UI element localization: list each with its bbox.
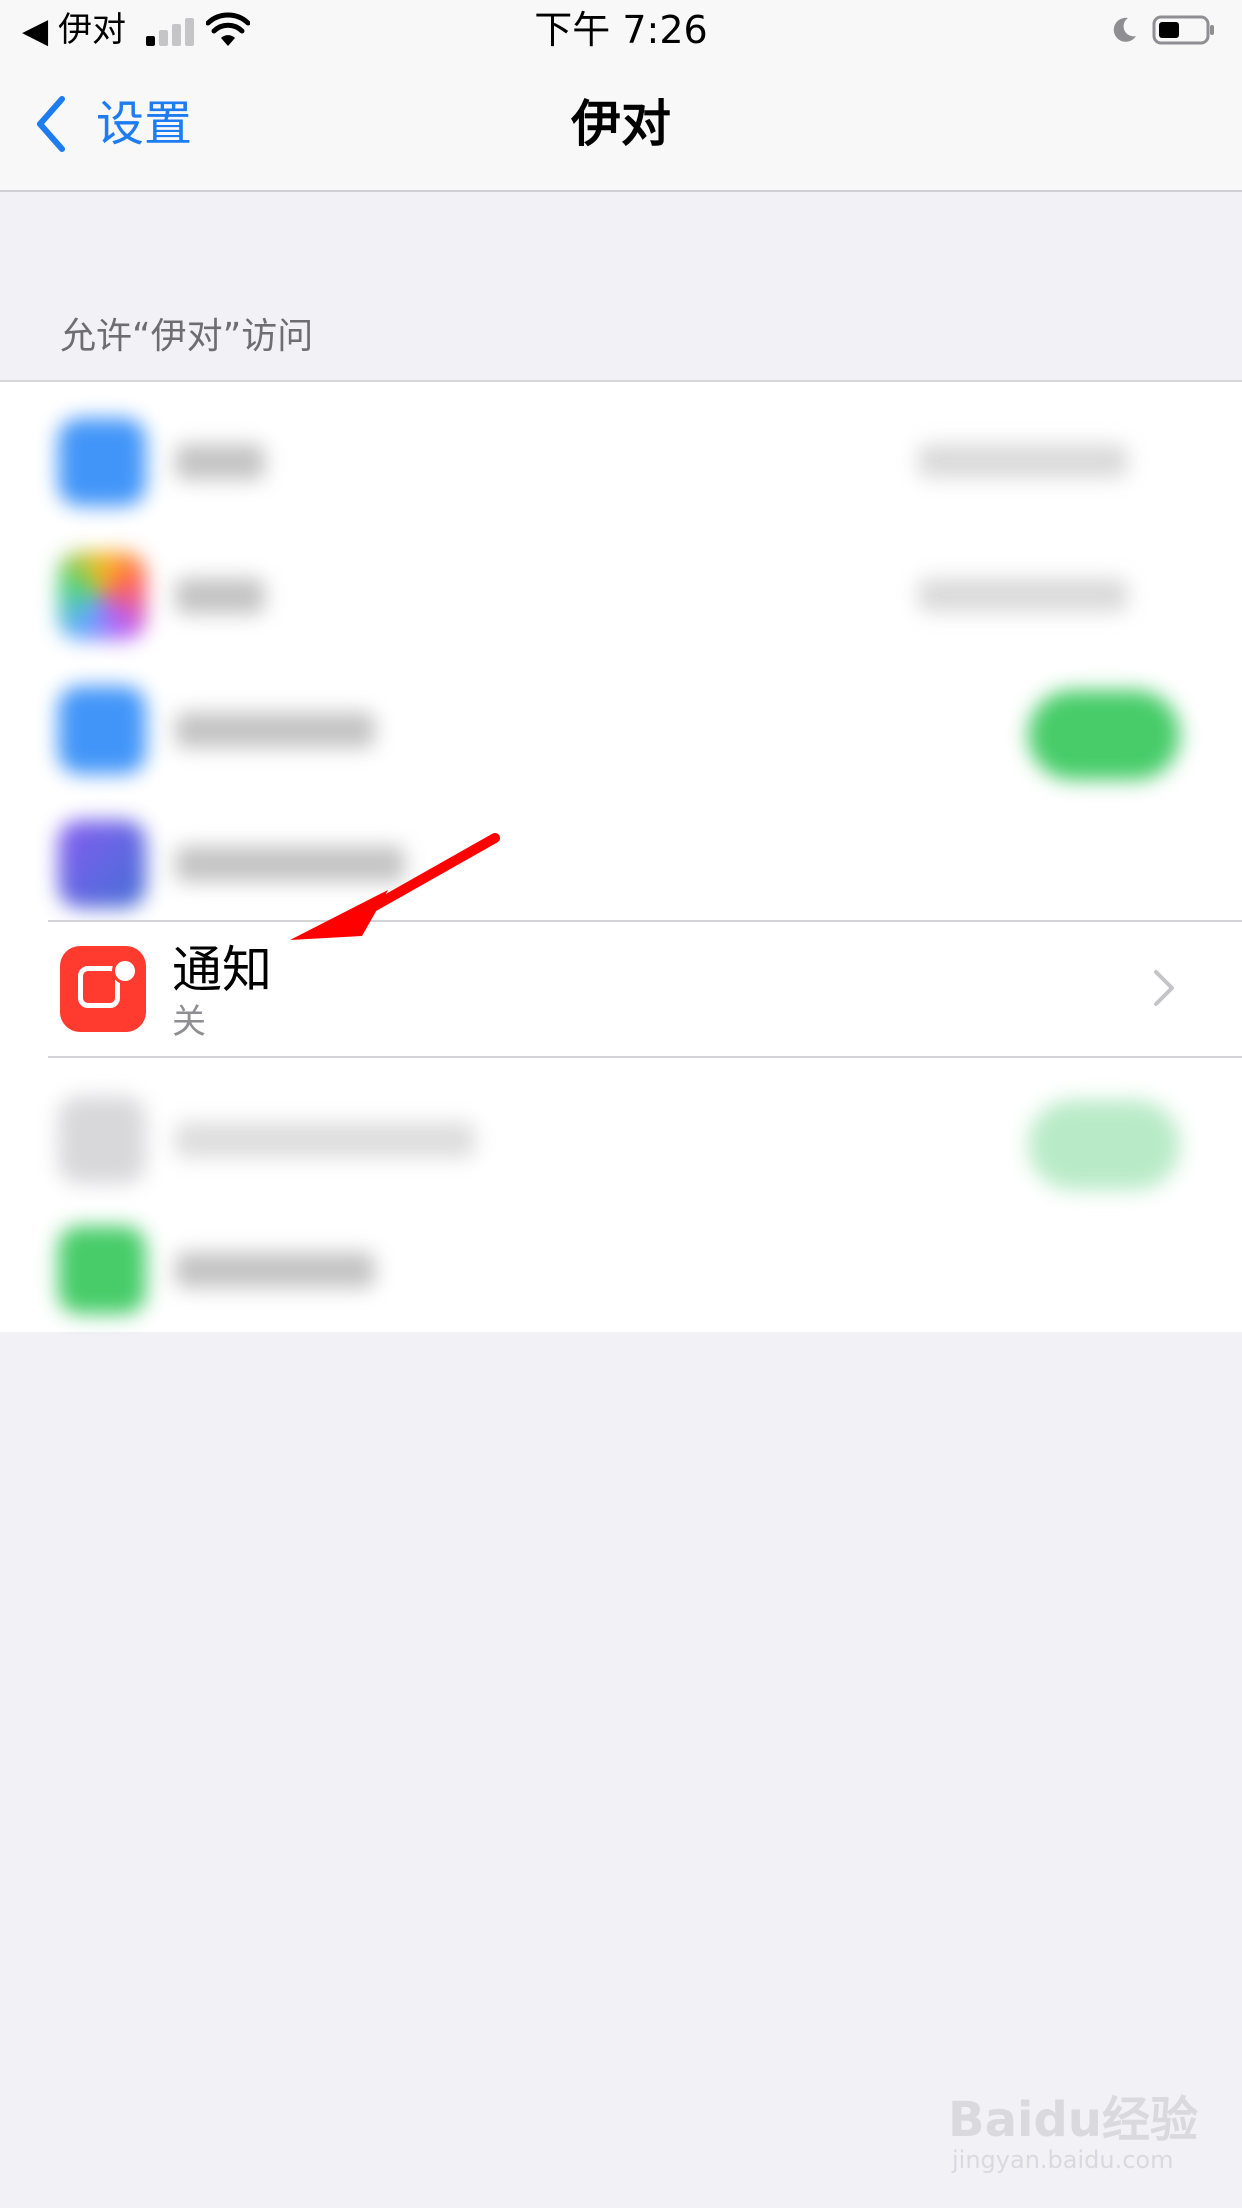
- watermark-url: jingyan.baidu.com: [952, 2146, 1174, 2174]
- blurred-row: [0, 1202, 1242, 1336]
- notifications-row[interactable]: 通知 关: [0, 920, 1242, 1058]
- blurred-value: [918, 444, 1128, 478]
- status-time: 下午 7:26: [534, 8, 708, 52]
- watermark-logo: Baidu经验: [948, 2092, 1198, 2148]
- blurred-row: [0, 528, 1242, 662]
- blurred-toggle: [1028, 1100, 1180, 1190]
- page-title: 伊对: [571, 95, 671, 153]
- battery-icon: [1152, 15, 1214, 45]
- annotation-arrow-icon: [290, 833, 500, 940]
- row-separator: [48, 920, 1242, 922]
- blurred-value: [918, 578, 1128, 612]
- blurred-app-icon: [58, 1226, 146, 1314]
- blurred-row: [0, 662, 1242, 796]
- notifications-title: 通知: [172, 941, 272, 999]
- blurred-app-icon: [58, 686, 146, 774]
- notifications-status: 关: [172, 1002, 206, 1042]
- blurred-label: [175, 444, 265, 480]
- blurred-row: [0, 1072, 1242, 1206]
- section-header: 允许“伊对”访问: [60, 316, 314, 357]
- status-bar: ◀ 伊对 下午 7:26: [0, 0, 1242, 62]
- permissions-list: [0, 380, 1242, 1332]
- notification-icon: [60, 946, 146, 1032]
- blurred-row: [0, 394, 1242, 528]
- blurred-app-icon: [58, 820, 146, 908]
- chevron-right-icon: [1154, 970, 1174, 1006]
- blurred-toggle: [1028, 690, 1180, 780]
- blurred-label: [175, 712, 375, 748]
- blurred-app-icon: [58, 418, 146, 506]
- blurred-app-icon: [58, 1096, 146, 1184]
- moon-icon: [1113, 17, 1136, 42]
- blurred-label: [175, 578, 265, 614]
- navigation-bar: 设置 伊对: [0, 62, 1242, 192]
- blurred-row: [0, 796, 1242, 930]
- blurred-app-icon: [58, 552, 146, 640]
- row-separator: [48, 1056, 1242, 1058]
- blurred-label: [175, 1122, 475, 1158]
- blurred-label: [175, 1252, 375, 1288]
